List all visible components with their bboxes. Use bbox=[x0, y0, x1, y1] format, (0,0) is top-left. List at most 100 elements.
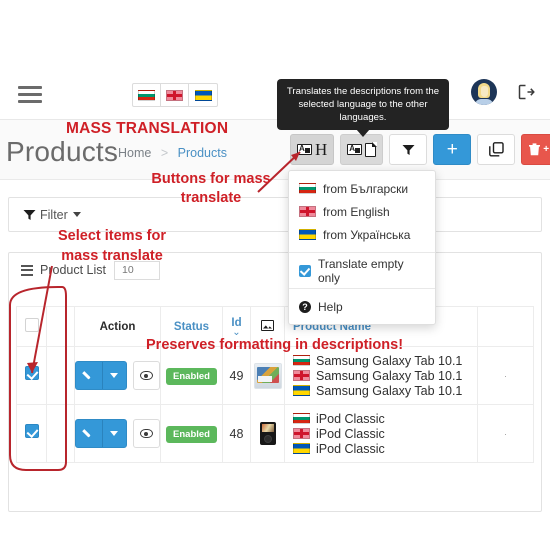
flag-ukraine-icon bbox=[293, 385, 310, 396]
hamburger-bar bbox=[18, 100, 42, 103]
dropdown-help[interactable]: ? Help bbox=[289, 295, 435, 318]
row-action-cell bbox=[74, 346, 161, 405]
filter-toolbar-button[interactable] bbox=[389, 134, 428, 165]
mass-translate-headings-button[interactable]: H bbox=[290, 134, 335, 165]
row-name-cell: Samsung Galaxy Tab 10.1 Samsung Galaxy T… bbox=[284, 346, 478, 405]
status-badge: Enabled bbox=[166, 426, 217, 443]
lang-btn-uk[interactable] bbox=[189, 84, 217, 106]
duplicate-button[interactable] bbox=[477, 134, 516, 165]
table-row: Enabled 48 iPod Classic iPod Classic iPo… bbox=[16, 404, 534, 463]
lang-btn-bg[interactable] bbox=[133, 84, 161, 106]
product-name-uk: iPod Classic bbox=[316, 441, 385, 456]
translate-document-icon bbox=[365, 141, 377, 157]
annotation-mass-translation: MASS TRANSLATION bbox=[66, 120, 229, 137]
row-select-cell[interactable] bbox=[16, 404, 47, 463]
row-status-cell: Enabled bbox=[160, 346, 223, 405]
plus-glyph: + bbox=[543, 144, 550, 155]
annotation-select-items: Select items for mass translate bbox=[58, 228, 166, 264]
row-extra-value: · bbox=[504, 370, 507, 381]
row-thumb-cell[interactable] bbox=[250, 346, 285, 405]
breadcrumb-current[interactable]: Products bbox=[178, 146, 227, 160]
chevron-down-icon bbox=[110, 431, 119, 436]
row-extra-cell: · bbox=[477, 404, 534, 463]
flag-bulgaria-icon bbox=[138, 89, 155, 101]
dropdown-translate-empty-only[interactable]: Translate empty only bbox=[289, 256, 435, 285]
toolbar-tooltip: Translates the descriptions from the sel… bbox=[277, 79, 449, 137]
dropdown-item-label: from Български bbox=[323, 181, 409, 196]
list-bar bbox=[21, 269, 33, 271]
annotation-buttons-for-mass-translate: Buttons for mass translate bbox=[151, 171, 271, 206]
help-circle-icon: ? bbox=[299, 300, 311, 313]
name-line: Samsung Galaxy Tab 10.1 bbox=[293, 353, 477, 368]
lang-btn-en[interactable] bbox=[161, 84, 189, 106]
eye-icon bbox=[139, 371, 153, 380]
page-title: Products bbox=[6, 136, 119, 167]
mass-translate-descriptions-button[interactable] bbox=[340, 134, 384, 165]
preview-product-button[interactable] bbox=[132, 419, 160, 448]
page-toolbar: H + + bbox=[290, 134, 550, 165]
flag-ukraine-icon bbox=[194, 89, 212, 101]
top-navbar bbox=[0, 70, 550, 120]
edit-icon[interactable] bbox=[76, 420, 104, 447]
tablet-thumbnail bbox=[253, 362, 282, 389]
screenshot-root: Products Home > Products H + bbox=[0, 0, 550, 550]
dropdown-item-from-ukrainian[interactable]: from Українська bbox=[289, 223, 435, 246]
dropdown-item-label: from Українська bbox=[323, 227, 411, 242]
table-row: Enabled 49 Samsung Galaxy Tab 10.1 Samsu… bbox=[16, 346, 534, 405]
delete-images-button[interactable]: + bbox=[521, 134, 550, 165]
row-thumb-cell[interactable] bbox=[250, 404, 285, 463]
col-select-all[interactable] bbox=[16, 306, 47, 347]
translate-empty-only-checkbox[interactable] bbox=[299, 264, 311, 277]
flag-bulgaria-icon bbox=[299, 183, 316, 194]
preview-product-button[interactable] bbox=[132, 361, 160, 390]
col-extra bbox=[477, 306, 534, 347]
col-spacer bbox=[46, 306, 75, 347]
language-switcher bbox=[132, 83, 218, 107]
add-new-product-button[interactable]: + bbox=[433, 134, 472, 165]
edit-dropdown-toggle[interactable] bbox=[103, 420, 125, 447]
dropdown-divider bbox=[289, 252, 435, 253]
products-table-body: Enabled 49 Samsung Galaxy Tab 10.1 Samsu… bbox=[16, 346, 534, 463]
list-bar bbox=[21, 264, 33, 267]
breadcrumb-home[interactable]: Home bbox=[118, 146, 151, 160]
list-bar bbox=[21, 273, 33, 276]
chevron-down-icon: ⌄ bbox=[232, 326, 241, 338]
dropdown-checkbox-label: Translate empty only bbox=[318, 256, 404, 285]
edit-product-button[interactable] bbox=[75, 419, 127, 448]
flag-bulgaria-icon bbox=[293, 413, 310, 424]
flag-english-icon bbox=[293, 370, 310, 381]
row-checkbox[interactable] bbox=[24, 366, 39, 380]
select-all-checkbox[interactable] bbox=[24, 318, 39, 332]
heading-glyph: H bbox=[315, 140, 328, 159]
dropdown-item-from-bulgarian[interactable]: from Български bbox=[289, 177, 435, 200]
dropdown-item-from-english[interactable]: from English bbox=[289, 200, 435, 223]
avatar-body bbox=[475, 99, 493, 105]
edit-icon[interactable] bbox=[76, 362, 104, 389]
row-checkbox[interactable] bbox=[24, 424, 39, 438]
products-table: Action Status Id ⌄ Product Name Enabled … bbox=[16, 306, 534, 463]
row-select-cell[interactable] bbox=[16, 346, 47, 405]
row-spacer bbox=[46, 404, 75, 463]
sign-out-icon[interactable] bbox=[518, 84, 535, 105]
eye-icon bbox=[139, 429, 153, 438]
copy-icon bbox=[488, 142, 504, 157]
funnel-icon bbox=[402, 144, 415, 155]
hamburger-icon[interactable] bbox=[18, 86, 42, 103]
mass-translate-dropdown: from Български from English from Українс… bbox=[288, 170, 436, 325]
product-name-uk: Samsung Galaxy Tab 10.1 bbox=[316, 383, 463, 398]
status-badge: Enabled bbox=[166, 368, 217, 385]
flag-english-icon bbox=[166, 89, 183, 101]
row-extra-value: · bbox=[504, 428, 507, 439]
ipod-thumbnail bbox=[253, 420, 282, 447]
chevron-down-icon bbox=[72, 212, 81, 217]
edit-product-button[interactable] bbox=[75, 361, 127, 390]
flag-ukraine-icon bbox=[299, 229, 316, 240]
flag-english-icon bbox=[293, 428, 310, 439]
product-name-en: iPod Classic bbox=[316, 426, 385, 441]
user-avatar[interactable] bbox=[471, 79, 497, 105]
name-line: Samsung Galaxy Tab 10.1 bbox=[293, 383, 477, 398]
product-name-en: Samsung Galaxy Tab 10.1 bbox=[316, 368, 463, 383]
dropdown-item-label: from English bbox=[323, 204, 390, 219]
edit-dropdown-toggle[interactable] bbox=[103, 362, 125, 389]
dropdown-help-label: Help bbox=[318, 299, 343, 314]
